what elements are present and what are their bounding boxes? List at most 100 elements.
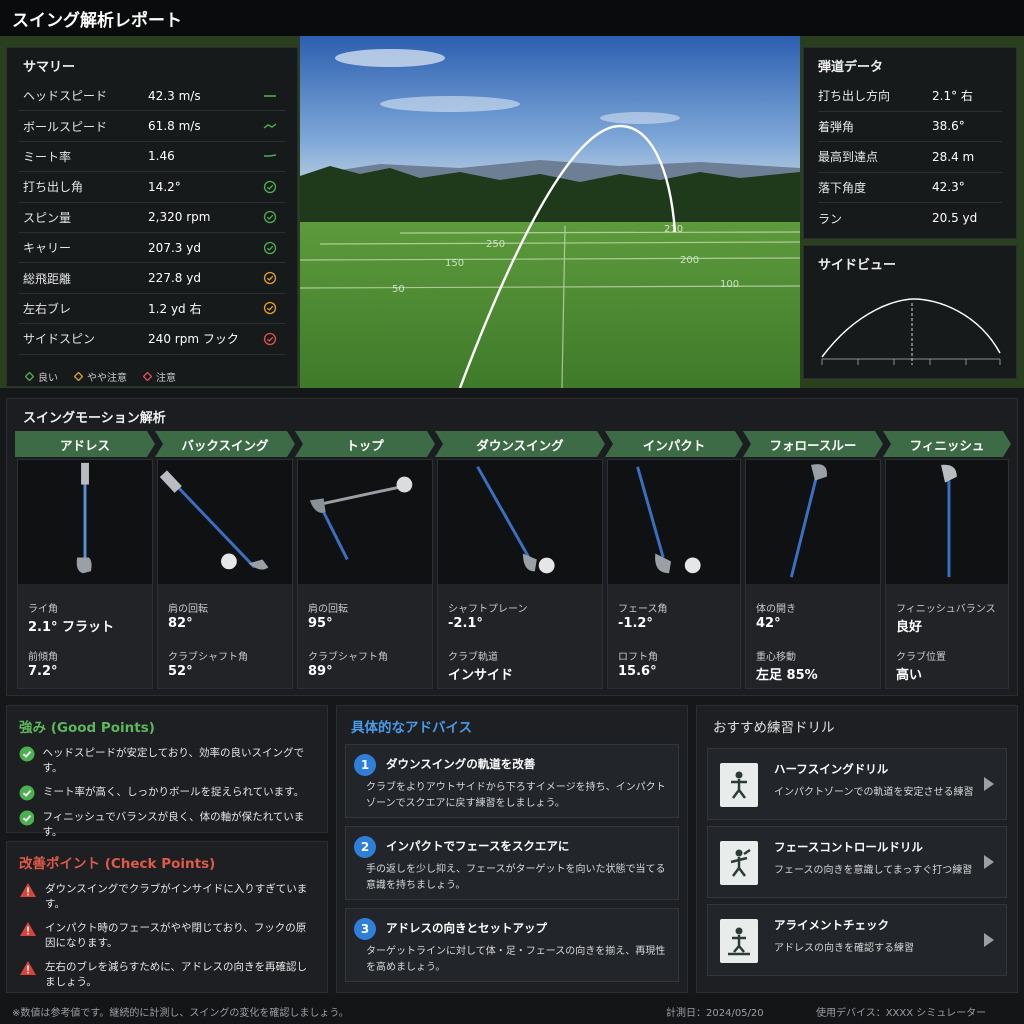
trajectory-label: 着弾角 <box>818 119 855 134</box>
marker-250: 250 <box>486 239 505 250</box>
trend-line-icon <box>255 151 285 161</box>
warning-icon <box>20 922 36 936</box>
summary-value: 207.3 yd <box>148 240 201 255</box>
phase-follow-through: フォロースルー 体の開き 42° 重心移動 左足 85% <box>743 431 883 689</box>
phase-backswing: バックスイング 肩の回転 82° クラブシャフト角 52° <box>155 431 295 689</box>
phase-address: アドレス ライ角 2.1° フラット 前傾角 7.2° <box>15 431 155 689</box>
advice-card-text: クラブをよりアウトサイドから下ろすイメージを持ち、インパクトゾーンでスクエアに戻… <box>366 782 666 809</box>
trajectory-value: 20.5 yd <box>932 211 978 226</box>
good-point-text: ヘッドスピードが安定しており、効率の良いスイングです。 <box>42 747 304 774</box>
legend-alert: 注意 <box>143 369 176 384</box>
trajectory-value: 28.4 m <box>932 149 975 164</box>
drill-title: アライメントチェック <box>774 918 889 932</box>
trajectory-label: ラン <box>818 211 843 226</box>
good-point-item: フィニッシュでバランスが良く、体の軸が保たれています。 <box>19 810 315 840</box>
metric-label: クラブ位置 <box>896 652 946 663</box>
summary-row: スピン量 2,320 rpm <box>19 203 285 233</box>
check-circle-icon <box>19 810 35 826</box>
summary-value: 1.46 <box>148 149 175 164</box>
summary-title: サマリー <box>23 60 76 75</box>
alert-dot-icon <box>143 371 152 381</box>
check-points-panel: 改善ポイント (Check Points) ダウンスイングでクラブがインサイドに… <box>6 841 328 993</box>
summary-label: ヘッドスピード <box>23 89 108 104</box>
side-view-chart <box>821 298 1001 365</box>
marker-100: 100 <box>720 279 739 290</box>
good-point-item: ミート率が高く、しっかりボールを捉えられています。 <box>19 785 315 801</box>
metric-label: 重心移動 <box>756 652 796 663</box>
drill-card-alignment[interactable]: アライメントチェック アドレスの向きを確認する練習 <box>707 904 1007 976</box>
check-point-item: インパクト時のフェースがやや閉じており、フックの原因になります。 <box>19 921 315 951</box>
summary-row: ミート率 1.46 <box>19 142 285 173</box>
trajectory-row: 着弾角 38.6° <box>818 112 1002 142</box>
phase-header: トップ <box>295 431 435 457</box>
phase-finish: フィニッシュ フィニッシュバランス 良好 クラブ位置 高い <box>883 431 1011 689</box>
drill-title: フェースコントロールドリル <box>774 840 923 854</box>
phase-header: ダウンスイング <box>435 431 605 457</box>
marker-200: 200 <box>680 255 699 266</box>
drill-title: ハーフスイングドリル <box>774 762 889 776</box>
metric-value: 高い <box>896 668 923 683</box>
drills-title: おすすめ練習ドリル <box>713 720 835 736</box>
metric-value: 82° <box>168 616 193 631</box>
check-point-text: ダウンスイングでクラブがインサイドに入りすぎています。 <box>45 883 308 910</box>
trajectory-value: 2.1° 右 <box>932 89 973 104</box>
alert-check-icon <box>255 332 285 346</box>
summary-label: ボールスピード <box>23 119 108 134</box>
metric-label: フェース角 <box>618 604 668 615</box>
phase-card: 肩の回転 95° クラブシャフト角 89° <box>297 459 433 689</box>
good-point-text: ミート率が高く、しっかりボールを捉えられています。 <box>43 786 305 798</box>
good-check-icon <box>255 241 285 255</box>
summary-row: ボールスピード 61.8 m/s <box>19 111 285 142</box>
trajectory-label: 打ち出し方向 <box>818 89 891 104</box>
play-icon[interactable] <box>984 933 994 947</box>
metric-label: 前傾角 <box>28 652 58 663</box>
summary-label: 左右ブレ <box>23 301 72 316</box>
summary-panel: サマリー ヘッドスピード 42.3 m/s ボールスピード 61.8 m/s ミ… <box>6 47 298 387</box>
advice-card: 2 インパクトでフェースをスクエアに 手の返しを少し抑え、フェースがターゲットを… <box>345 826 679 900</box>
warning-icon <box>20 961 36 975</box>
advice-card-text: ターゲットラインに対して体・足・フェースの向きを揃え、再現性を高めましょう。 <box>366 946 666 973</box>
warning-icon <box>20 883 36 897</box>
legend-good: 良い <box>25 369 58 384</box>
phase-header: フィニッシュ <box>883 431 1011 457</box>
metric-label: クラブ軌道 <box>448 652 498 663</box>
metric-label: 肩の回転 <box>308 604 348 615</box>
legend-caution: やや注意 <box>74 369 127 384</box>
trend-line-icon <box>255 91 285 101</box>
top-club-image <box>298 460 432 584</box>
advice-number: 2 <box>354 836 376 858</box>
summary-row: 打ち出し角 14.2° <box>19 172 285 203</box>
phase-card: フェース角 -1.2° ロフト角 15.6° <box>607 459 741 689</box>
metric-label: クラブシャフト角 <box>308 652 388 663</box>
summary-label: ミート率 <box>23 149 72 164</box>
title-bar: スイング解析レポート <box>0 0 1024 36</box>
summary-label: キャリー <box>23 241 72 256</box>
page-title: スイング解析レポート <box>12 10 182 31</box>
drill-card-face-control[interactable]: フェースコントロールドリル フェースの向きを意識してまっすぐ打つ練習 <box>707 826 1007 898</box>
phase-header: インパクト <box>605 431 743 457</box>
summary-row: サイドスピン 240 rpm フック <box>19 324 285 355</box>
phase-card: ライ角 2.1° フラット 前傾角 7.2° <box>17 459 153 689</box>
footer-bar: ※数値は参考値です。継続的に計測し、スイングの変化を確認しましょう。 計測日：2… <box>0 998 1024 1024</box>
play-icon[interactable] <box>984 777 994 791</box>
good-points-title: 強み (Good Points) <box>19 720 155 736</box>
footer-note: ※数値は参考値です。継続的に計測し、スイングの変化を確認しましょう。 <box>12 1007 349 1019</box>
summary-label: 打ち出し角 <box>23 180 84 195</box>
summary-value: 2,320 rpm <box>148 210 211 225</box>
play-icon[interactable] <box>984 855 994 869</box>
status-legend: 良い やや注意 注意 <box>19 369 285 384</box>
advice-number: 1 <box>354 754 376 776</box>
phase-card: 体の開き 42° 重心移動 左足 85% <box>745 459 881 689</box>
phase-top: トップ 肩の回転 95° クラブシャフト角 89° <box>295 431 435 689</box>
advice-panel: 具体的なアドバイス 1 ダウンスイングの軌道を改善 クラブをよりアウトサイドから… <box>336 705 688 993</box>
drills-panel: おすすめ練習ドリル ハーフスイングドリル インパクトゾーンでの軌道を安定させる練… <box>696 705 1018 993</box>
advice-number: 3 <box>354 918 376 940</box>
advice-card: 1 ダウンスイングの軌道を改善 クラブをよりアウトサイドから下ろすイメージを持ち… <box>345 744 679 818</box>
metric-value: 95° <box>308 616 333 631</box>
backswing-club-image <box>158 460 292 584</box>
drill-card-half-swing[interactable]: ハーフスイングドリル インパクトゾーンでの軌道を安定させる練習 <box>707 748 1007 820</box>
check-circle-icon <box>19 785 35 801</box>
good-dot-icon <box>25 371 34 381</box>
advice-card: 3 アドレスの向きとセットアップ ターゲットラインに対して体・足・フェースの向き… <box>345 908 679 982</box>
legend-alert-label: 注意 <box>156 372 176 384</box>
